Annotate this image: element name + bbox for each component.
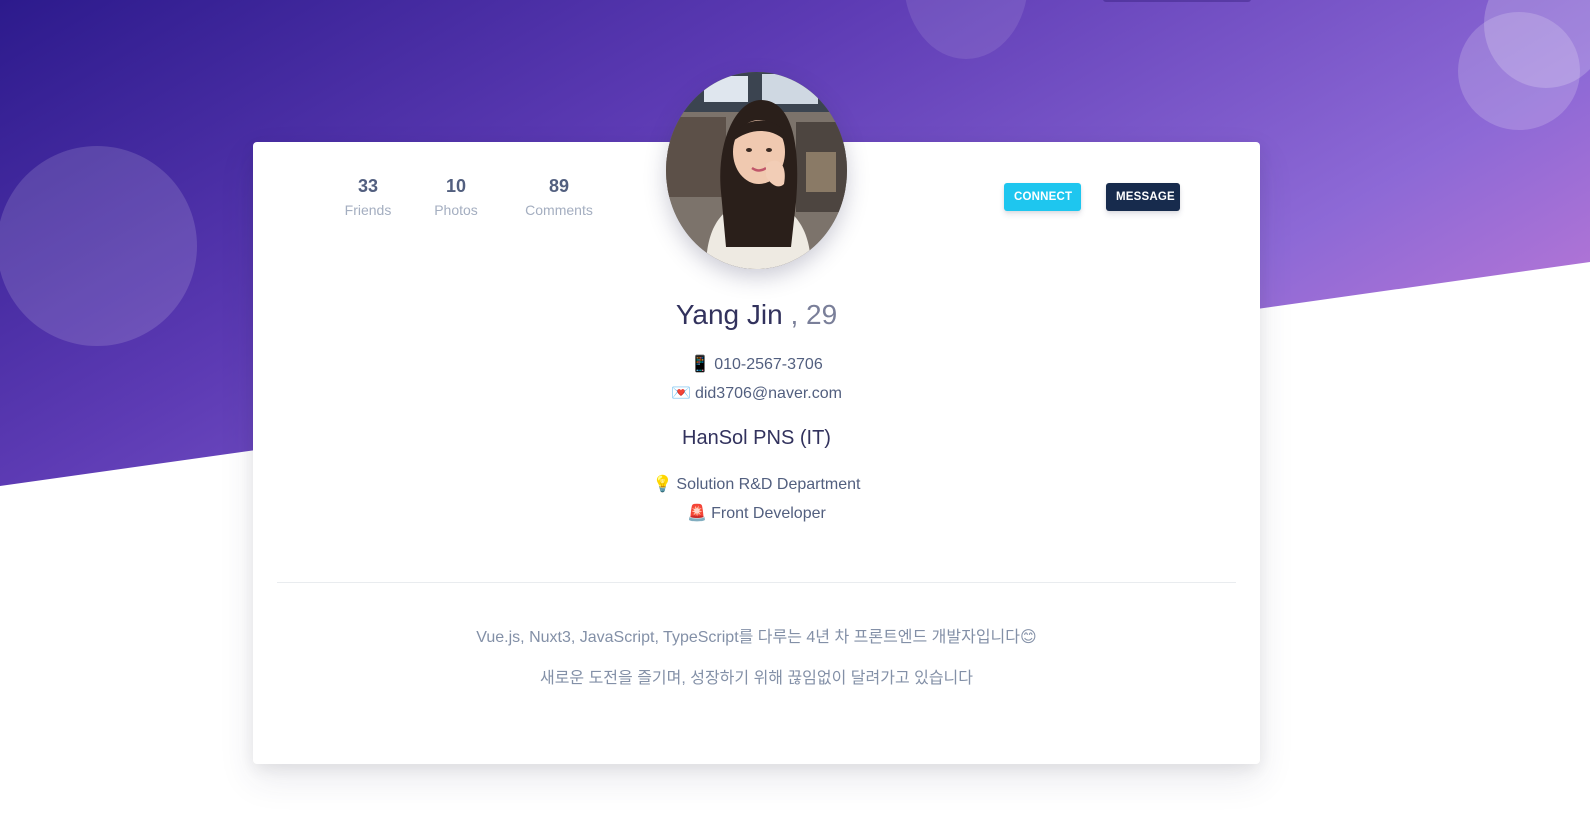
department-row: 💡 Solution R&D Department — [253, 470, 1260, 499]
stat-friends: 33 Friends — [341, 174, 395, 221]
email-row: 💌 did3706@naver.com — [253, 379, 1260, 408]
stats-bar: 33 Friends 10 Photos 89 Comments — [341, 174, 597, 221]
message-button[interactable]: MESSAGE — [1106, 183, 1180, 211]
avatar-photo — [666, 72, 847, 269]
stat-label: Photos — [434, 202, 478, 218]
stat-value: 89 — [548, 176, 570, 196]
stat-comments: 89 Comments — [521, 174, 597, 221]
profile-name: Yang Jin — [675, 299, 783, 330]
department-name: Solution R&D Department — [676, 476, 861, 493]
bio-line: Vue.js, Nuxt3, JavaScript, TypeScript를 다… — [476, 629, 1037, 646]
profile-info: Yang Jin , 29 📱 010-2567-3706 💌 did3706@na… — [253, 297, 1260, 528]
job-role: Front Developer — [711, 505, 826, 522]
profile-card: 33 Friends 10 Photos 89 Comments CONNECT… — [253, 72, 1260, 764]
profile-age: , 29 — [790, 299, 838, 330]
profile-actions: CONNECT MESSAGE — [1004, 183, 1180, 211]
stat-value: 33 — [357, 176, 379, 196]
bio-section: Vue.js, Nuxt3, JavaScript, TypeScript를 다… — [253, 625, 1260, 692]
company-name: HanSol PNS (IT) — [682, 427, 831, 449]
avatar[interactable] — [666, 72, 847, 269]
stat-label: Comments — [525, 202, 593, 218]
love-letter-icon: 💌 — [671, 385, 691, 402]
connect-button[interactable]: CONNECT — [1004, 183, 1081, 211]
light-bulb-icon: 💡 — [652, 476, 673, 493]
mobile-phone-icon: 📱 — [690, 356, 711, 373]
stat-label: Friends — [344, 202, 392, 218]
email-address: did3706@naver.com — [694, 385, 842, 402]
phone-row: 📱 010-2567-3706 — [253, 350, 1260, 379]
stat-photos: 10 Photos — [431, 174, 481, 221]
top-tab-edge — [1103, 0, 1251, 2]
role-row: 🚨 Front Developer — [253, 499, 1260, 528]
siren-icon: 🚨 — [687, 505, 708, 522]
divider — [277, 582, 1236, 583]
phone-number: 010-2567-3706 — [714, 356, 823, 373]
decorative-circle — [904, 0, 1028, 59]
decorative-circle — [0, 146, 197, 346]
stat-value: 10 — [445, 176, 467, 196]
profile-name-line: Yang Jin , 29 — [253, 297, 1260, 333]
bio-line: 새로운 도전을 즐기며, 성장하기 위해 끊임없이 달려가고 있습니다 — [539, 670, 973, 687]
